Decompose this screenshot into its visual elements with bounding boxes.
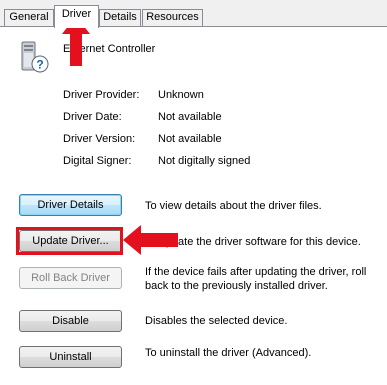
update-driver-highlight-box <box>16 227 123 255</box>
tab-general[interactable]: General <box>4 9 54 26</box>
disable-button[interactable]: Disable <box>19 310 122 332</box>
red-arrow-left-icon <box>123 225 178 255</box>
driver-version-value: Not available <box>158 133 222 145</box>
disable-description: Disables the selected device. <box>145 315 288 327</box>
roll-back-driver-button: Roll Back Driver <box>19 267 122 289</box>
driver-details-description: To view details about the driver files. <box>145 200 322 212</box>
tab-driver[interactable]: Driver <box>54 5 99 28</box>
uninstall-description: To uninstall the driver (Advanced). <box>145 347 312 359</box>
uninstall-button[interactable]: Uninstall <box>19 346 122 368</box>
digital-signer-value: Not digitally signed <box>158 155 251 167</box>
driver-date-value: Not available <box>158 111 222 123</box>
driver-date-label: Driver Date: <box>63 111 122 123</box>
update-driver-description: To update the driver software for this d… <box>145 236 361 248</box>
digital-signer-label: Digital Signer: <box>63 155 132 167</box>
device-question-mark-icon: ? <box>21 41 49 73</box>
roll-back-driver-description: If the device fails after updating the d… <box>145 266 367 292</box>
driver-version-label: Driver Version: <box>63 133 136 145</box>
driver-provider-value: Unknown <box>158 89 204 101</box>
driver-details-button[interactable]: Driver Details <box>19 194 122 216</box>
tab-details[interactable]: Details <box>99 9 141 26</box>
tab-resources[interactable]: Resources <box>142 9 203 26</box>
driver-provider-label: Driver Provider: <box>63 89 140 101</box>
svg-text:?: ? <box>36 58 43 72</box>
